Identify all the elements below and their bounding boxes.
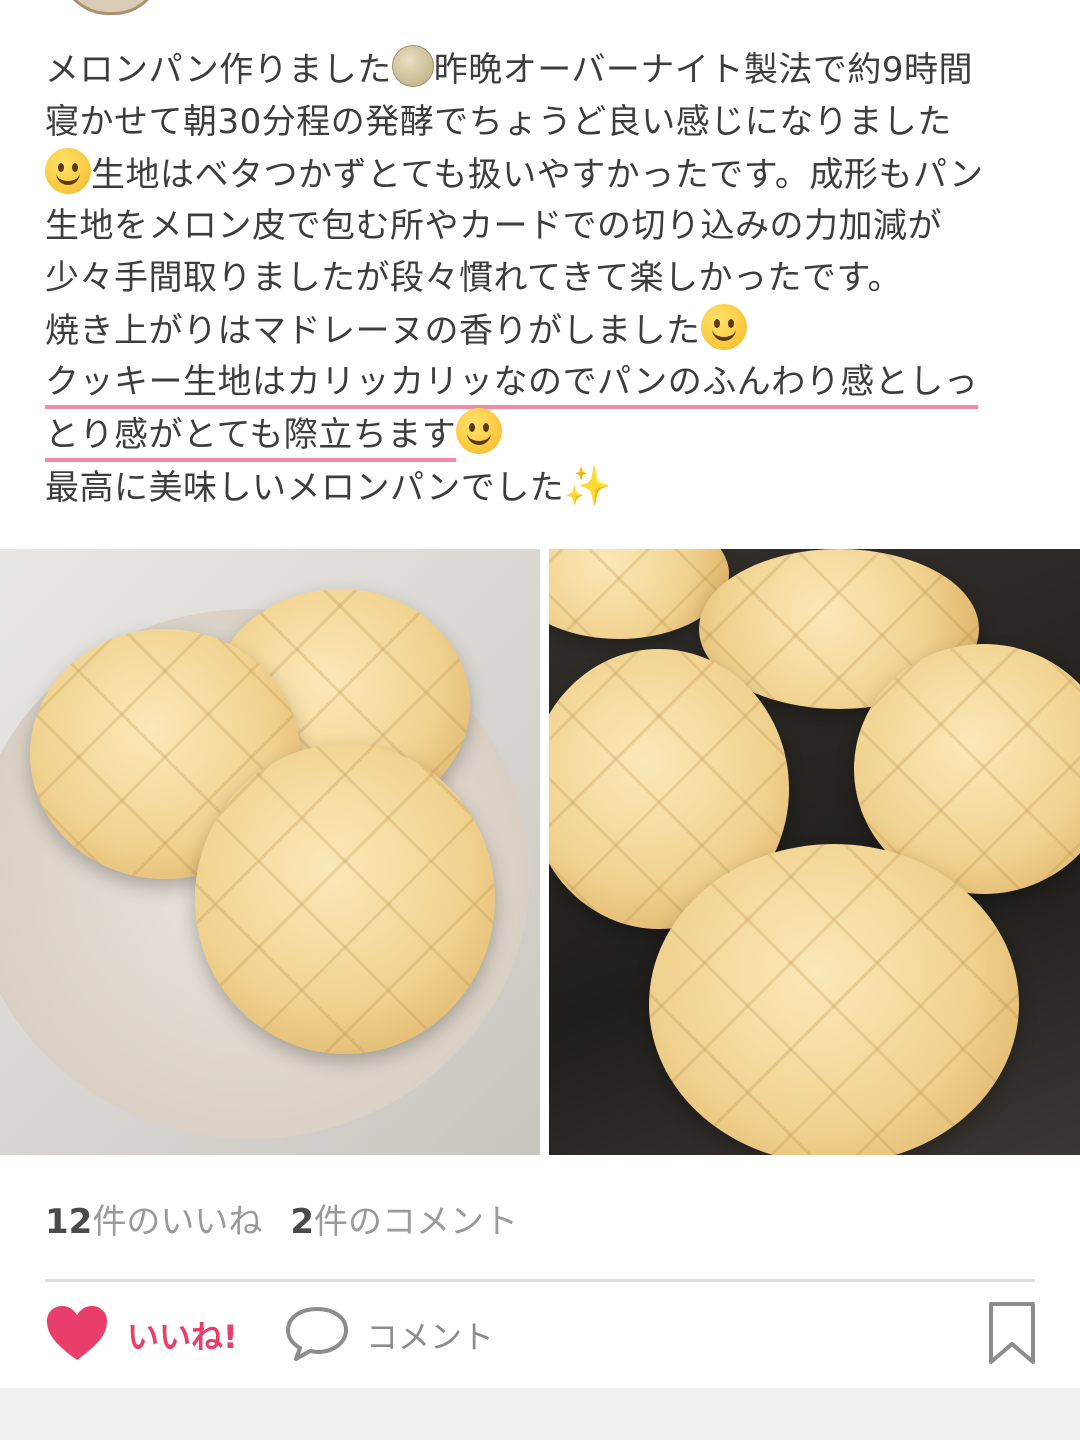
action-bar: いいね! コメント <box>0 1295 1080 1385</box>
divider <box>45 1279 1035 1282</box>
post-stats: 12件のいいね 2件のコメント <box>45 1194 518 1243</box>
bookmark-button[interactable] <box>986 1295 1038 1375</box>
post-text-segment: 生地はベタつかずとても扱いやすかったです。成形もパン <box>91 155 984 195</box>
photo-divider <box>540 549 549 1155</box>
bun-shape <box>649 844 1019 1155</box>
post-body: メロンパン作りました 昨晩オーバーナイト製法で約9時間 寝かせて朝30分程の発酵で… <box>45 44 1045 512</box>
post-line-3: 生地はベタつかずとても扱いやすかったです。成形もパン <box>45 148 1045 200</box>
smiling-face-emoji-icon <box>45 148 91 194</box>
bookmark-icon <box>986 1300 1038 1370</box>
comments-count: 2 <box>290 1202 314 1242</box>
yum-face-emoji-icon <box>700 304 747 350</box>
sparkles-emoji-icon: ✨ <box>564 464 613 508</box>
likes-label: 件のいいね <box>92 1202 263 1242</box>
post-text-segment: 生地をメロン皮で包む所やカードでの切り込みの力加減が <box>45 206 942 246</box>
comment-button[interactable]: コメント <box>284 1295 494 1375</box>
post-line-7: クッキー生地はカリッカリッなのでパンのふんわり感としっ <box>45 356 1045 408</box>
photo-gallery <box>0 549 1080 1155</box>
melon-emoji-icon <box>391 45 434 87</box>
speech-bubble-icon <box>284 1303 350 1367</box>
author-avatar[interactable] <box>60 0 162 15</box>
post-text-segment: 最高に美味しいメロンパンでした <box>45 468 565 508</box>
post-text-segment: 昨晩オーバーナイト製法で約9時間 <box>433 50 973 90</box>
like-label: いいね! <box>127 1318 238 1356</box>
melon-pan-photo-tray[interactable] <box>549 549 1080 1155</box>
post-line-2: 寝かせて朝30分程の発酵でちょうど良い感じになりました <box>45 96 1045 148</box>
post-text-segment: メロンパン作りました <box>45 50 392 90</box>
highlighted-text: クッキー生地はカリッカリッなのでパンのふんわり感としっ <box>45 362 979 402</box>
post-line-6: 焼き上がりはマドレーヌの香りがしました <box>45 304 1045 356</box>
post-line-5: 少々手間取りましたが段々慣れてきて楽しかったです。 <box>45 252 1045 304</box>
likes-count: 12 <box>45 1202 93 1242</box>
post-line-1: メロンパン作りました 昨晩オーバーナイト製法で約9時間 <box>45 44 1045 96</box>
post-line-9: 最高に美味しいメロンパンでした✨ <box>45 460 1045 512</box>
grinning-face-emoji-icon <box>456 408 503 454</box>
post-line-8: とり感がとても際立ちます <box>45 408 1045 460</box>
bun-shape <box>195 744 495 1054</box>
post-text-segment: 少々手間取りましたが段々慣れてきて楽しかったです。 <box>45 258 903 298</box>
post-text-segment: 寝かせて朝30分程の発酵でちょうど良い感じになりました <box>45 102 952 142</box>
comments-count-link[interactable]: 2件のコメント <box>290 1202 518 1242</box>
post-text-segment: 焼き上がりはマドレーヌの香りがしました <box>45 311 701 351</box>
heart-icon <box>45 1304 109 1366</box>
melon-pan-photo-plate[interactable] <box>0 549 540 1155</box>
footer-bar <box>0 1388 1080 1440</box>
comments-label: 件のコメント <box>314 1202 518 1242</box>
likes-count-link[interactable]: 12件のいいね <box>45 1202 262 1242</box>
highlighted-text: とり感がとても際立ちます <box>45 415 457 455</box>
comment-label: コメント <box>366 1318 495 1356</box>
post-line-4: 生地をメロン皮で包む所やカードでの切り込みの力加減が <box>45 200 1045 252</box>
like-button[interactable]: いいね! <box>45 1295 238 1375</box>
